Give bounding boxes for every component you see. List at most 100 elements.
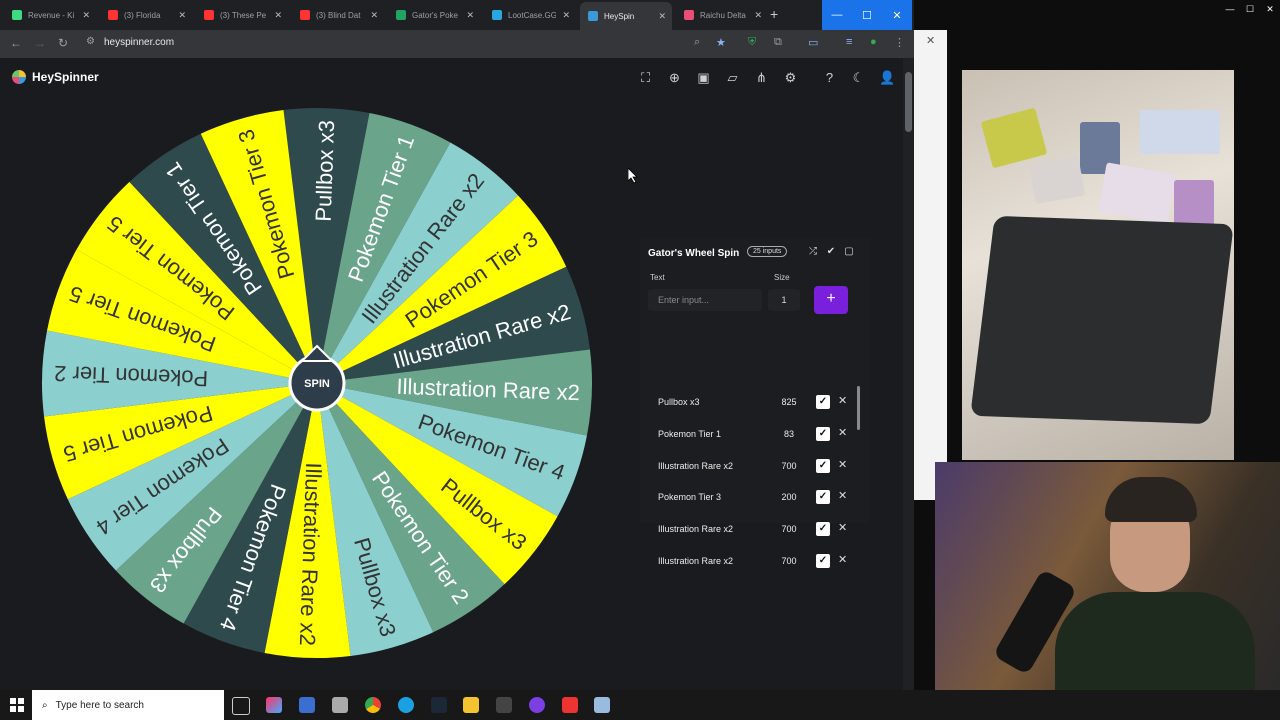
secondary-window	[914, 30, 947, 500]
input-row-text[interactable]: Pullbox x3	[658, 397, 700, 407]
input-row-text[interactable]: Illustration Rare x2	[658, 524, 733, 534]
check-all-icon[interactable]: ✔	[824, 246, 838, 260]
browser-tab[interactable]: Revenue - Ki ✕	[4, 4, 96, 26]
tab-favicon-icon	[684, 10, 694, 20]
edge-icon[interactable]	[398, 697, 414, 713]
back-icon[interactable]: ←	[10, 36, 22, 50]
tab-favicon-icon	[300, 10, 310, 20]
delete-row-icon[interactable]: ✕	[838, 553, 847, 566]
delete-row-icon[interactable]: ✕	[838, 426, 847, 439]
url-field[interactable]: heyspinner.com	[104, 37, 174, 48]
browser-tab[interactable]: (3) Blind Dat ✕	[292, 4, 384, 26]
copilot-icon[interactable]	[266, 697, 282, 713]
delete-row-icon[interactable]: ✕	[838, 394, 847, 407]
tab-close-icon[interactable]: ✕	[754, 10, 762, 21]
add-input-button[interactable]: +	[814, 286, 848, 314]
steam-icon[interactable]	[431, 697, 447, 713]
page-scrollbar-track	[903, 58, 914, 690]
chrome-icon[interactable]	[365, 697, 381, 713]
tab-close-icon[interactable]: ✕	[178, 10, 186, 21]
app-icon[interactable]	[594, 697, 610, 713]
input-row-size[interactable]: 700	[774, 524, 804, 534]
maximize-icon[interactable]: ☐	[852, 0, 882, 30]
new-input-field[interactable]: Enter input...	[648, 289, 762, 311]
panel-scrollbar[interactable]	[857, 386, 860, 430]
spin-button-label[interactable]: SPIN	[304, 378, 330, 390]
cast-icon[interactable]: ▭	[808, 36, 818, 49]
tab-close-icon[interactable]: ✕	[370, 10, 378, 21]
user-account-icon[interactable]: 👤	[873, 70, 902, 86]
shield-extension-icon[interactable]: ⛨	[748, 36, 756, 49]
app-logo[interactable]: HeySpinner	[12, 70, 99, 84]
tab-close-icon[interactable]: ✕	[82, 10, 90, 21]
tab-close-icon[interactable]: ✕	[658, 11, 666, 22]
obs-icon[interactable]	[529, 697, 545, 713]
input-row-text[interactable]: Illustration Rare x2	[658, 461, 733, 471]
enable-checkbox-icon[interactable]: ✓	[816, 395, 830, 409]
extensions-icon[interactable]: ⧉	[774, 36, 782, 49]
store-icon[interactable]	[299, 697, 315, 713]
delete-row-icon[interactable]: ✕	[838, 489, 847, 502]
input-row-size[interactable]: 200	[774, 492, 804, 502]
browser-tab[interactable]: HeySpin ✕	[580, 2, 672, 30]
enable-checkbox-icon[interactable]: ✓	[816, 554, 830, 568]
minimize-icon[interactable]: —	[822, 0, 852, 30]
app-icon[interactable]	[562, 697, 578, 713]
fullscreen-icon[interactable]: ⛶	[631, 70, 660, 86]
tab-close-icon[interactable]: ✕	[274, 10, 282, 21]
zoom-icon[interactable]: ⌕	[694, 36, 700, 49]
settings-gear-icon[interactable]: ⚙	[776, 70, 805, 86]
enable-checkbox-icon[interactable]: ✓	[816, 490, 830, 505]
close-icon[interactable]: ✕	[926, 34, 935, 47]
task-view-icon[interactable]	[232, 697, 250, 715]
archive-icon[interactable]: ▣	[689, 70, 718, 86]
input-row-size[interactable]: 825	[774, 397, 804, 407]
file-explorer-icon[interactable]	[463, 697, 479, 713]
delete-row-icon[interactable]: ✕	[838, 458, 847, 471]
tab-close-icon[interactable]: ✕	[466, 10, 474, 21]
enable-checkbox-icon[interactable]: ✓	[816, 426, 830, 441]
new-tab-button[interactable]: +	[770, 6, 778, 22]
chrome-menu-icon[interactable]: ⋮	[894, 36, 905, 49]
clipboard-icon[interactable]: ▢	[842, 246, 856, 260]
close-window-icon[interactable]: ✕	[1260, 0, 1280, 18]
terminal-icon[interactable]	[496, 697, 512, 713]
delete-row-icon[interactable]: ✕	[838, 521, 847, 534]
new-input-size-field[interactable]: 1	[768, 289, 800, 311]
help-icon[interactable]: ?	[815, 70, 844, 86]
forward-icon[interactable]: →	[34, 36, 46, 50]
dark-mode-moon-icon[interactable]: ☾	[844, 70, 873, 86]
browser-tab[interactable]: (3) These Pe ✕	[196, 4, 288, 26]
site-info-icon[interactable]: ⚙	[86, 36, 95, 47]
reading-list-icon[interactable]: ≡	[846, 36, 852, 48]
input-row-size[interactable]: 83	[774, 429, 804, 439]
browser-tab[interactable]: Gator's Poke ✕	[388, 4, 480, 26]
share-icon[interactable]: ⋔	[747, 70, 776, 86]
add-icon[interactable]: ⊕	[660, 70, 689, 86]
wheel-title[interactable]: Gator's Wheel Spin	[648, 248, 739, 259]
shuffle-icon[interactable]: ⤮	[806, 246, 820, 260]
input-row-size[interactable]: 700	[774, 461, 804, 471]
spinner-wheel[interactable]: Pullbox x3 Pokemon Tier 1Illustration Rar…	[40, 106, 594, 660]
profile-icon[interactable]: ●	[870, 36, 877, 48]
app-icon[interactable]	[332, 697, 348, 713]
browser-tab[interactable]: (3) Florida ✕	[100, 4, 192, 26]
bookmark-star-icon[interactable]: ★	[716, 36, 726, 49]
input-row-text[interactable]: Pokemon Tier 1	[658, 429, 721, 439]
input-row-size[interactable]: 700	[774, 556, 804, 566]
tab-close-icon[interactable]: ✕	[562, 10, 570, 21]
input-row-text[interactable]: Illustration Rare x2	[658, 556, 733, 566]
browser-tab[interactable]: LootCase.GG ✕	[484, 4, 576, 26]
input-row-text[interactable]: Pokemon Tier 3	[658, 492, 721, 502]
maximize-icon[interactable]: ☐	[1240, 0, 1260, 18]
windows-start-icon[interactable]	[10, 698, 24, 712]
close-window-icon[interactable]: ✕	[882, 0, 912, 30]
taskbar-search[interactable]: ⌕ Type here to search	[32, 690, 224, 720]
enable-checkbox-icon[interactable]: ✓	[816, 458, 830, 473]
browser-tab[interactable]: Raichu Delta ✕	[676, 4, 768, 26]
minimize-icon[interactable]: —	[1220, 0, 1240, 18]
enable-checkbox-icon[interactable]: ✓	[816, 522, 830, 537]
reload-icon[interactable]: ↻	[58, 36, 68, 50]
folder-icon[interactable]: ▱	[718, 70, 747, 86]
page-scrollbar-thumb[interactable]	[905, 72, 912, 132]
